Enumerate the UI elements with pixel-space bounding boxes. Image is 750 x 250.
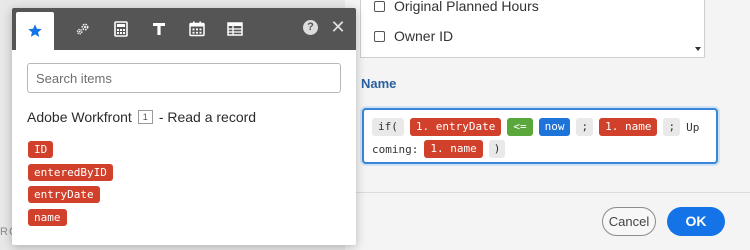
calendar-icon xyxy=(189,21,205,37)
formula-close-paren[interactable]: ) xyxy=(488,140,506,158)
checkbox-label: Original Planned Hours xyxy=(394,0,539,14)
ok-button[interactable]: OK xyxy=(667,207,725,236)
checkbox-box[interactable] xyxy=(374,0,385,12)
calculator-icon xyxy=(114,21,128,37)
formula-line-2: coming: 1. name ) xyxy=(372,140,511,158)
field-checkbox-list[interactable]: Original Planned Hours Owner ID xyxy=(360,0,705,58)
item-pill-entrydate[interactable]: entryDate xyxy=(28,186,100,203)
cancel-button[interactable]: Cancel xyxy=(602,207,656,236)
gears-icon xyxy=(75,21,91,37)
search-items-input[interactable] xyxy=(27,63,341,93)
tab-date[interactable] xyxy=(178,8,216,50)
star-icon xyxy=(27,23,43,39)
checkbox-original-planned-hours[interactable]: Original Planned Hours xyxy=(374,0,539,14)
module-number-badge: 1 xyxy=(137,110,153,124)
checkbox-owner-id[interactable]: Owner ID xyxy=(374,28,453,44)
formula-line-1: if( 1. entryDate <= now ; 1. name ; Up xyxy=(372,118,705,136)
formula-variable-name[interactable]: 1. name xyxy=(599,118,658,136)
formula-variable-name[interactable]: 1. name xyxy=(424,140,483,158)
panel-tab-bar: ? ✕ xyxy=(12,8,356,50)
item-pill-id[interactable]: ID xyxy=(28,141,54,158)
formula-keyword-now[interactable]: now xyxy=(538,118,571,136)
formula-separator[interactable]: ; xyxy=(576,118,594,136)
checkbox-label: Owner ID xyxy=(394,28,454,44)
mapping-panel: ? ✕ Adobe Workfront 1 - Read a record ID… xyxy=(12,8,356,245)
scroll-down-arrow-icon[interactable] xyxy=(695,47,701,51)
name-formula-input[interactable]: if( 1. entryDate <= now ; 1. name ; Up c… xyxy=(362,108,718,164)
module-name: Adobe Workfront xyxy=(27,109,132,125)
formula-variable-entrydate[interactable]: 1. entryDate xyxy=(409,118,502,136)
table-icon xyxy=(227,22,243,36)
footer-divider xyxy=(345,192,750,193)
item-pill-enteredbyid[interactable]: enteredByID xyxy=(28,164,113,181)
formula-operator-lte[interactable]: <= xyxy=(507,118,533,136)
tab-tools[interactable] xyxy=(64,8,102,50)
formula-separator[interactable]: ; xyxy=(663,118,681,136)
checkbox-box[interactable] xyxy=(374,30,385,42)
module-heading: Adobe Workfront 1 - Read a record xyxy=(27,109,256,125)
name-field-label: Name xyxy=(361,76,397,91)
formula-text: Up xyxy=(686,120,700,134)
module-action: - Read a record xyxy=(158,109,257,125)
formula-function-if[interactable]: if( xyxy=(372,118,404,136)
item-pill-name[interactable]: name xyxy=(28,209,67,226)
tab-favorites[interactable] xyxy=(16,12,54,50)
tab-array[interactable] xyxy=(216,8,254,50)
formula-text: coming: xyxy=(372,142,419,156)
mapping-dialog: Original Planned Hours Owner ID Name if(… xyxy=(345,0,750,250)
text-t-icon xyxy=(152,22,166,36)
tab-text[interactable] xyxy=(140,8,178,50)
help-icon[interactable]: ? xyxy=(303,20,318,35)
close-icon[interactable]: ✕ xyxy=(328,17,348,37)
tab-math[interactable] xyxy=(102,8,140,50)
